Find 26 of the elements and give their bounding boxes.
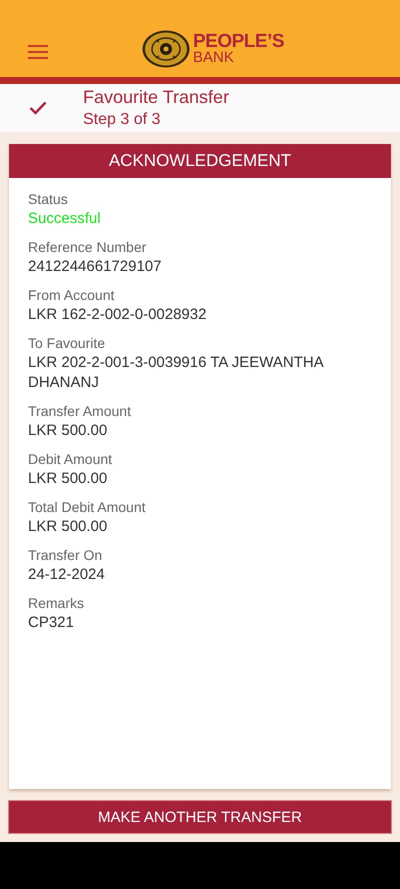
field-value: 24-12-2024	[28, 565, 106, 586]
field-label: Transfer On	[28, 546, 104, 566]
field-label: From Account	[28, 286, 116, 306]
field-label: Total Debit Amount	[28, 498, 147, 518]
field-value: LKR 202-2-001-3-0039916 TA JEEWANTHA DHANANJ	[28, 353, 324, 394]
field-label: Status	[28, 190, 69, 210]
field-value: CP321	[28, 613, 75, 634]
card-header: ACKNOWLEDGEMENT	[9, 144, 391, 178]
menu-icon[interactable]	[28, 44, 48, 59]
step-title: Favourite Transfer	[83, 86, 230, 109]
field-value: LKR 500.00	[28, 517, 108, 538]
logo-text: BANK	[193, 50, 235, 66]
field-label: Transfer Amount	[28, 402, 132, 422]
field-value: LKR 500.00	[28, 469, 108, 490]
field-label: Remarks	[28, 594, 86, 614]
field-value: LKR 162-2-002-0-0028932	[28, 305, 208, 326]
field-value: LKR 500.00	[28, 421, 108, 442]
logo-text: PEOPLE’S	[193, 32, 284, 52]
emblem-icon	[142, 30, 190, 68]
field-value: 2412244661729107	[28, 257, 162, 278]
status-value: Successful	[28, 209, 102, 230]
field-label: Reference Number	[28, 238, 148, 258]
make-another-transfer-button[interactable]: MAKE ANOTHER TRANSFER	[8, 800, 392, 834]
step-counter: Step 3 of 3	[83, 110, 162, 130]
field-label: To Favourite	[28, 334, 106, 354]
field-label: Debit Amount	[28, 450, 114, 470]
